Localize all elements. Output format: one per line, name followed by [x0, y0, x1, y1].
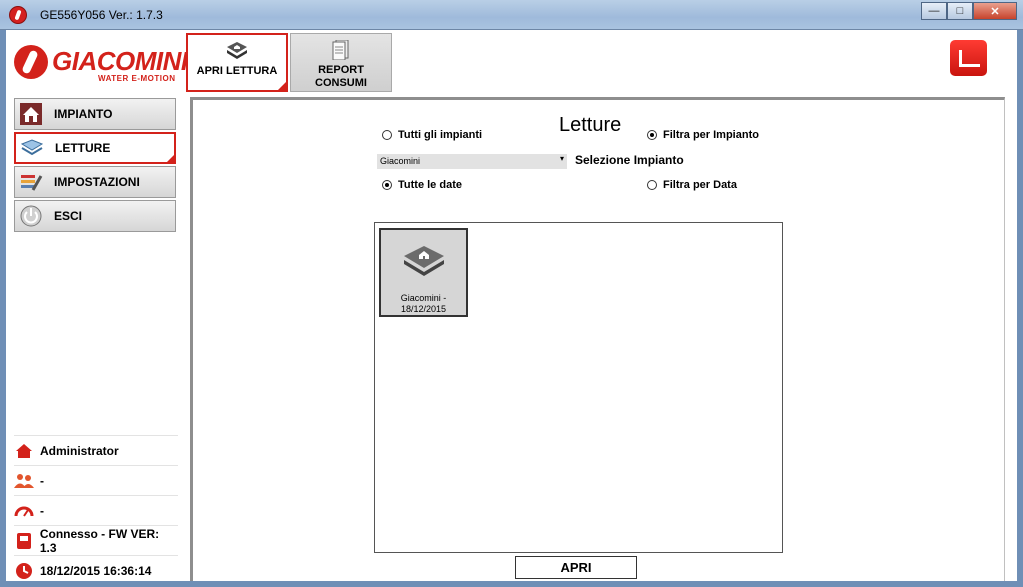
apri-button[interactable]: APRI [515, 556, 637, 579]
status-connection-label: Connesso - FW VER: 1.3 [39, 526, 160, 555]
close-button[interactable]: ✕ [973, 2, 1017, 20]
gauge-icon [14, 501, 34, 521]
status-gauge-label: - [40, 503, 44, 518]
logo-tagline: WATER E-MOTION [98, 74, 176, 83]
tools-icon [18, 169, 44, 195]
giacomini-logo: GIACOMINI WATER E-MOTION [14, 44, 188, 86]
status-user-label: Administrator [40, 443, 119, 458]
device-icon [14, 531, 34, 551]
page-title: Letture [559, 114, 622, 136]
reading-tile[interactable]: Giacomini - 18/12/2015 [379, 228, 468, 317]
radio-filtra-impianto[interactable]: Filtra per Impianto [647, 129, 759, 141]
sidebar-item-letture[interactable]: LETTURE [14, 132, 176, 164]
minimize-button[interactable]: — [921, 2, 947, 20]
radio-tutte-date[interactable]: Tutte le date [382, 179, 462, 191]
radio-indicator [647, 130, 657, 140]
sidebar-item-esci[interactable]: ESCI [14, 200, 176, 232]
reading-tile-name: Giacomini - [400, 293, 447, 303]
tab-report-consumi[interactable]: REPORT CONSUMI [290, 33, 392, 92]
plant-select[interactable]: Giacomini ▾ [377, 154, 567, 169]
logo-name: GIACOMINI [52, 46, 188, 76]
radio-indicator [382, 180, 392, 190]
sidebar-item-impianto[interactable]: IMPIANTO [14, 98, 176, 130]
folder-home-icon [403, 246, 444, 276]
chevron-down-icon: ▾ [559, 154, 564, 163]
status-user: Administrator [14, 435, 178, 465]
plant-select-label: Selezione Impianto [575, 153, 684, 167]
readings-icon [19, 135, 45, 161]
sidebar-item-label: IMPOSTAZIONI [54, 175, 140, 189]
house-icon [18, 101, 44, 127]
status-users-label: - [40, 473, 44, 488]
letture-panel: Letture Tutti gli impianti Filtra per Im… [190, 97, 1005, 581]
clock-icon [14, 561, 34, 581]
radio-tutti-impianti[interactable]: Tutti gli impianti [382, 129, 482, 141]
window-controls: — □ ✕ [921, 2, 1017, 20]
status-users: - [14, 465, 178, 495]
status-datetime-label: 18/12/2015 16:36:14 [40, 563, 152, 578]
radio-filtra-data[interactable]: Filtra per Data [647, 179, 737, 191]
tab-apri-lettura[interactable]: APRI LETTURA [186, 33, 288, 92]
power-icon [18, 203, 44, 229]
radio-indicator [382, 130, 392, 140]
folder-home-icon [227, 42, 247, 59]
app-client-area: GIACOMINI WATER E-MOTION APRI LETTURA RE… [6, 30, 1017, 581]
readings-list[interactable]: Giacomini - 18/12/2015 [374, 222, 783, 553]
sidebar-item-label: LETTURE [55, 141, 111, 155]
radio-label: Tutte le date [398, 179, 462, 191]
tab-label: REPORT CONSUMI [315, 64, 367, 89]
radio-label: Filtra per Impianto [663, 129, 759, 141]
radio-indicator [647, 180, 657, 190]
sidebar-item-label: IMPIANTO [54, 107, 113, 121]
users-icon [14, 471, 34, 491]
status-gauge: - [14, 495, 178, 525]
window-titlebar[interactable]: GE556Y056 Ver.: 1.7.3 — □ ✕ [0, 0, 1023, 30]
tab-label: APRI LETTURA [196, 65, 278, 77]
user-home-icon [14, 441, 34, 461]
reading-tile-date: 18/12/2015 [400, 304, 447, 314]
window-title: GE556Y056 Ver.: 1.7.3 [40, 8, 163, 22]
radio-label: Tutti gli impianti [398, 129, 483, 141]
radio-label: Filtra per Data [663, 179, 737, 191]
document-icon [332, 40, 349, 60]
status-connection: Connesso - FW VER: 1.3 [14, 525, 178, 555]
sidebar: IMPIANTO LETTURE IMPOSTAZIONI ESCI Admin… [6, 92, 186, 581]
energy-management-badge-icon [950, 40, 987, 76]
status-datetime: 18/12/2015 16:36:14 [14, 555, 178, 585]
app-logo-icon [9, 6, 27, 24]
giacomini-mark-icon [14, 45, 48, 79]
plant-select-value: Giacomini [380, 156, 421, 166]
sidebar-item-label: ESCI [54, 209, 83, 223]
maximize-button[interactable]: □ [947, 2, 973, 20]
sidebar-item-impostazioni[interactable]: IMPOSTAZIONI [14, 166, 176, 198]
